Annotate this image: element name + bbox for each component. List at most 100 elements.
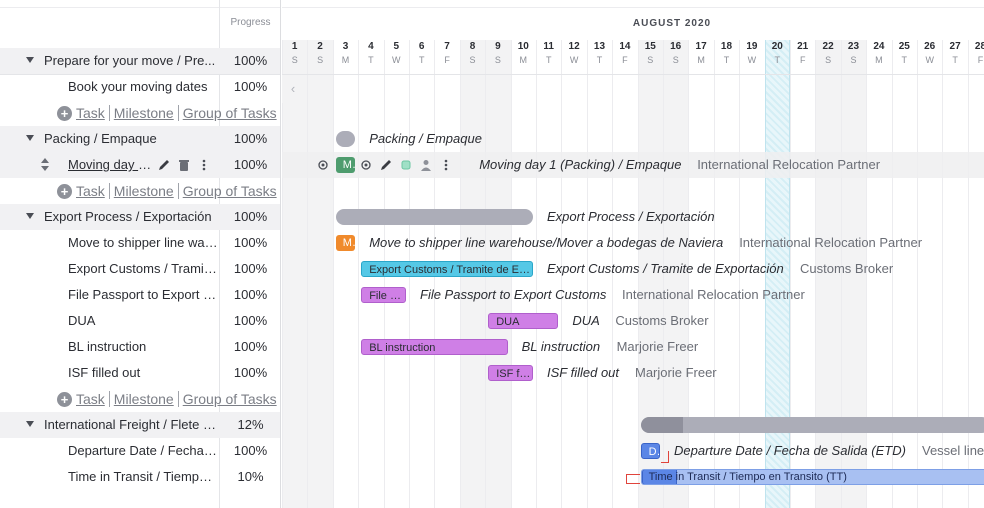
task-row[interactable]: File Passport to Export C... 100% [0,282,280,308]
task-row[interactable]: Departure Date / Fecha ... 100% [0,438,280,464]
delete-icon[interactable] [177,158,191,172]
dependency-connector[interactable] [626,474,641,484]
task-row[interactable]: Export Customs / Tramit... 100% [0,256,280,282]
group-bar[interactable] [335,209,533,225]
gantt-row [282,386,984,412]
task-bar[interactable]: File P... [361,287,406,303]
divider [177,105,179,121]
assign-user-icon[interactable] [419,158,433,172]
edit-icon[interactable] [157,158,171,172]
bar-label: Moving day 1 (Packing) / Empaque [479,157,682,172]
task-row[interactable]: BL instruction 100% [0,334,280,360]
scroll-left-icon[interactable]: ‹ [282,75,304,103]
progress-value: 100% [233,261,268,276]
gantt-row: M... Move to shipper line warehouse/Mover… [282,230,984,256]
gantt-row: File P... File Passport to Export Customs… [282,282,984,308]
divider [108,105,110,121]
bar-assignee: Marjorie Freer [635,365,717,380]
add-item-links: + Task Milestone Group of Tasks [57,178,277,204]
add-task-link[interactable]: Task [76,183,105,199]
task-row[interactable]: Book your moving dates 100% [0,74,280,100]
add-item-row[interactable]: + Task Milestone Group of Tasks [0,100,280,126]
group-bar[interactable] [640,417,984,433]
progress-value: 12% [237,417,264,432]
task-row[interactable]: ISF filled out 100% [0,360,280,386]
gantt-row [282,100,984,126]
task-name[interactable]: International Freight / Flete i... [44,412,216,438]
task-name[interactable]: Departure Date / Fecha ... [68,438,218,464]
link-target-icon[interactable] [316,157,330,173]
add-item-row[interactable]: + Task Milestone Group of Tasks [0,178,280,204]
add-group-link[interactable]: Group of Tasks [183,391,277,407]
edit-icon[interactable] [379,158,393,172]
task-bar[interactable]: D... [640,443,660,459]
add-milestone-link[interactable]: Milestone [114,183,174,199]
task-name[interactable]: Packing / Empaque [44,126,216,152]
task-bar[interactable]: Time in Transit / Tiempo en Transito (TT… [640,469,984,485]
task-bar[interactable]: DUA [488,313,559,329]
add-circle-icon[interactable]: + [57,391,72,407]
collapse-caret-icon[interactable] [26,421,34,427]
milestone-bar[interactable]: M... [335,235,356,251]
group-row[interactable]: International Freight / Flete i... 12% [0,412,280,438]
add-circle-icon[interactable]: + [57,183,72,199]
gantt-row: DUA DUA Customs Broker [282,308,984,334]
task-row[interactable]: Time in Transit / Tiempo ... 10% [0,464,280,490]
milestone-bar[interactable]: M... [335,157,356,173]
task-name[interactable]: Book your moving dates [68,74,218,100]
task-name[interactable]: Moving day 1... [68,152,154,178]
progress-column-header[interactable]: Progress [220,17,280,28]
task-grid: Progress Prepare for your move / Pre... 1… [0,0,281,508]
collapse-caret-icon[interactable] [26,135,34,141]
collapse-caret-icon[interactable] [26,213,34,219]
group-row[interactable]: Export Process / Exportación 100% [0,204,280,230]
add-milestone-link[interactable]: Milestone [114,105,174,121]
add-task-link[interactable]: Task [76,105,105,121]
color-icon[interactable] [399,158,413,172]
bar-label: DUA [572,313,600,328]
task-row[interactable]: Moving day 1... 100% [0,152,280,178]
group-row[interactable]: Packing / Empaque 100% [0,126,280,152]
task-bar[interactable]: BL instruction [361,339,508,355]
bar-label: Packing / Empaque [369,131,482,146]
more-options-icon[interactable] [197,158,211,172]
progress-value: 10% [237,469,264,484]
task-row[interactable]: DUA 100% [0,308,280,334]
task-name[interactable]: Move to shipper line war... [68,230,218,256]
gantt-row: BL instruction BL instruction Marjorie Fre… [282,334,984,360]
drag-handle-icon[interactable] [40,158,50,172]
add-milestone-link[interactable]: Milestone [114,391,174,407]
divider [108,391,110,407]
gantt-row: D... Departure Date / Fecha de Salida (ET… [282,438,984,464]
group-row[interactable]: Prepare for your move / Pre... 100% [0,48,280,74]
collapse-caret-icon[interactable] [26,57,34,63]
divider [108,183,110,199]
add-group-link[interactable]: Group of Tasks [183,183,277,199]
group-bar[interactable] [335,131,356,147]
add-group-link[interactable]: Group of Tasks [183,105,277,121]
add-circle-icon[interactable]: + [57,105,72,121]
task-name[interactable]: Export Customs / Tramit... [68,256,218,282]
bar-assignee: Marjorie Freer [616,339,699,354]
bar-label: File Passport to Export Customs [420,287,607,302]
task-bar[interactable]: ISF fil... [488,365,533,381]
gantt-row: ISF fil... ISF filled out Marjorie Freer [282,360,984,386]
more-options-icon[interactable] [439,158,453,172]
bar-label: Departure Date / Fecha de Salida (ETD) [674,443,906,458]
task-bar[interactable]: Export Customs / Tramite de Expor... [361,261,533,277]
task-name[interactable]: File Passport to Export C... [68,282,218,308]
task-name[interactable]: ISF filled out [68,360,218,386]
link-target-icon[interactable] [359,158,373,172]
task-name[interactable]: Time in Transit / Tiempo ... [68,464,218,490]
progress-value: 100% [233,79,268,94]
task-name[interactable]: BL instruction [68,334,218,360]
task-name[interactable]: Export Process / Exportación [44,204,216,230]
gantt-chart: AUGUST 2020 1 S 2 S 3 M 4 T 5 W 6 T 7 F 8 S 9 S 10 M 11 T 12 W 1… [282,0,984,508]
task-name[interactable]: Prepare for your move / Pre... [44,48,216,74]
add-task-link[interactable]: Task [76,391,105,407]
add-item-row[interactable]: + Task Milestone Group of Tasks [0,386,280,412]
task-row[interactable]: Move to shipper line war... 100% [0,230,280,256]
task-name[interactable]: DUA [68,308,218,334]
dependency-connector[interactable] [661,451,669,463]
bar-assignee: International Relocation Partner [622,287,805,302]
